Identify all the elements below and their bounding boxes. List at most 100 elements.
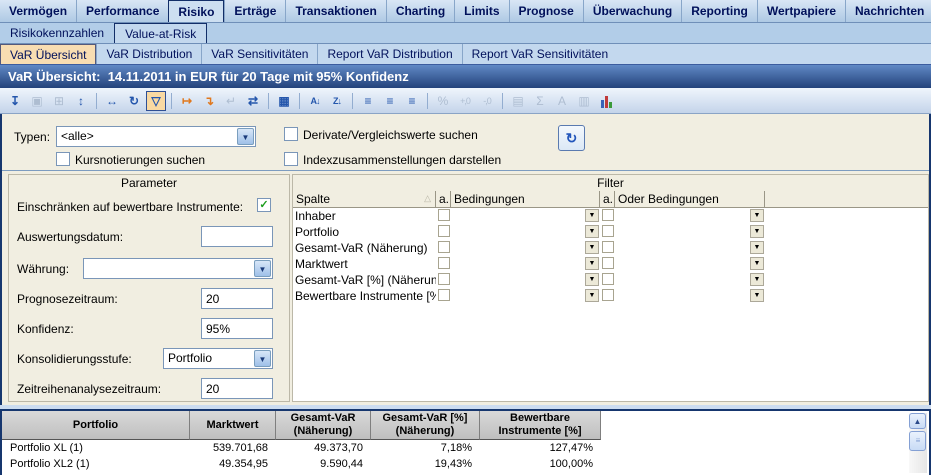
tab-var-sensitivitaeten[interactable]: VaR Sensitivitäten: [201, 44, 317, 64]
filter-col-bedingungen[interactable]: Bedingungen: [451, 191, 600, 208]
header-marktwert[interactable]: Marktwert: [190, 411, 276, 440]
chevron-down-icon[interactable]: ▼: [750, 289, 764, 302]
oder-bedingungen-cell[interactable]: ▼: [615, 256, 765, 272]
chevron-down-icon[interactable]: ▼: [585, 241, 599, 254]
tab-risikokennzahlen[interactable]: Risikokennzahlen: [0, 23, 114, 43]
oder-bedingungen-cell[interactable]: ▼: [615, 288, 765, 304]
menu-vermoegen[interactable]: Vermögen: [0, 0, 76, 22]
align-right-icon[interactable]: ≡: [402, 91, 422, 111]
zeitreihenanalysezeitraum-field[interactable]: [201, 378, 273, 399]
chevron-down-icon[interactable]: ▼: [750, 273, 764, 286]
scroll-up-icon[interactable]: ▲: [909, 413, 926, 429]
tab-var-distribution[interactable]: VaR Distribution: [96, 44, 201, 64]
aktiv-checkbox[interactable]: [438, 289, 450, 301]
bedingungen-cell[interactable]: ▼: [451, 288, 600, 304]
konfidenz-field[interactable]: [201, 318, 273, 339]
bewertbare-checkbox[interactable]: ✓: [257, 198, 271, 212]
bedingungen-cell[interactable]: ▼: [451, 224, 600, 240]
scrollbar-thumb[interactable]: ≡: [909, 431, 926, 451]
align-left-icon[interactable]: ≡: [358, 91, 378, 111]
menu-nachrichten[interactable]: Nachrichten: [845, 0, 931, 22]
aktiv-checkbox[interactable]: [602, 289, 614, 301]
insert-row-icon[interactable]: ↴: [199, 91, 219, 111]
table-row[interactable]: Portfolio XL (1) 539.701,68 49.373,70 7,…: [2, 440, 929, 456]
export-icon[interactable]: ↧: [5, 91, 25, 111]
chevron-down-icon[interactable]: ▼: [585, 273, 599, 286]
chevron-down-icon[interactable]: ▼: [750, 257, 764, 270]
chevron-down-icon[interactable]: ▼: [750, 241, 764, 254]
menu-prognose[interactable]: Prognose: [509, 0, 583, 22]
tab-report-var-distribution[interactable]: Report VaR Distribution: [317, 44, 461, 64]
filter-col-aktiv2[interactable]: a.: [600, 191, 615, 208]
aktiv-checkbox[interactable]: [438, 209, 450, 221]
chevron-down-icon[interactable]: ▼: [585, 225, 599, 238]
align-center-icon[interactable]: ≡: [380, 91, 400, 111]
aktiv-checkbox[interactable]: [438, 241, 450, 253]
tab-value-at-risk[interactable]: Value-at-Risk: [114, 23, 207, 43]
filter-col-spalte[interactable]: Spalte△: [293, 191, 436, 208]
aktiv-checkbox[interactable]: [602, 209, 614, 221]
aktiv-checkbox[interactable]: [438, 225, 450, 237]
derivate-checkbox[interactable]: [284, 127, 298, 141]
konsolidierungsstufe-select[interactable]: Portfolio ▼: [163, 348, 273, 369]
table-row[interactable]: Portfolio XL2 (1) 49.354,95 9.590,44 19,…: [2, 456, 929, 472]
chevron-down-icon[interactable]: ▼: [585, 209, 599, 222]
oder-bedingungen-cell[interactable]: ▼: [615, 272, 765, 288]
oder-bedingungen-cell[interactable]: ▼: [615, 208, 765, 224]
auswertungsdatum-field[interactable]: [201, 226, 273, 247]
fit-width-icon[interactable]: ↔: [102, 91, 122, 111]
menu-reporting[interactable]: Reporting: [681, 0, 757, 22]
menu-wertpapiere[interactable]: Wertpapiere: [757, 0, 845, 22]
menu-transaktionen[interactable]: Transaktionen: [285, 0, 385, 22]
prognosezeitraum-field[interactable]: [201, 288, 273, 309]
chevron-down-icon[interactable]: ▼: [585, 257, 599, 270]
filter-col-oder-bedingungen[interactable]: Oder Bedingungen: [615, 191, 765, 208]
sort-ascending-icon[interactable]: A↓: [305, 91, 325, 111]
menu-ertraege[interactable]: Erträge: [224, 0, 285, 22]
filter-col-aktiv[interactable]: a.: [436, 191, 451, 208]
bedingungen-cell[interactable]: ▼: [451, 256, 600, 272]
chevron-down-icon[interactable]: ▼: [750, 209, 764, 222]
refresh-search-button[interactable]: ↻: [558, 125, 585, 151]
bedingungen-cell[interactable]: ▼: [451, 272, 600, 288]
insert-column-icon[interactable]: ↦: [177, 91, 197, 111]
bedingungen-cell[interactable]: ▼: [451, 240, 600, 256]
aktiv-checkbox[interactable]: [438, 273, 450, 285]
chevron-down-icon[interactable]: ▼: [237, 128, 254, 145]
chevron-down-icon[interactable]: ▼: [750, 225, 764, 238]
header-bewertbare[interactable]: BewertbareInstrumente [%]: [480, 411, 601, 440]
menu-ueberwachung[interactable]: Überwachung: [583, 0, 681, 22]
chevron-down-icon[interactable]: ▼: [254, 260, 271, 277]
index-checkbox[interactable]: [284, 152, 298, 166]
waehrung-select[interactable]: ▼: [83, 258, 273, 279]
aktiv-checkbox[interactable]: [602, 257, 614, 269]
sort-descending-icon[interactable]: Z↓: [327, 91, 347, 111]
menu-limits[interactable]: Limits: [454, 0, 508, 22]
refresh-icon[interactable]: ↻: [124, 91, 144, 111]
aktiv-checkbox[interactable]: [438, 257, 450, 269]
filter-icon[interactable]: ▽: [146, 91, 166, 111]
chevron-down-icon[interactable]: ▼: [254, 350, 271, 367]
chevron-down-icon[interactable]: ▼: [585, 289, 599, 302]
move-column-icon[interactable]: ⇄: [243, 91, 263, 111]
chart-icon[interactable]: [596, 91, 616, 111]
aktiv-checkbox[interactable]: [602, 273, 614, 285]
menu-performance[interactable]: Performance: [76, 0, 168, 22]
vertical-scrollbar[interactable]: ▲ ≡: [909, 413, 927, 473]
header-gesamt-var[interactable]: Gesamt-VaR(Näherung): [276, 411, 371, 440]
tab-report-var-sensitivitaeten[interactable]: Report VaR Sensitivitäten: [462, 44, 618, 64]
oder-bedingungen-cell[interactable]: ▼: [615, 224, 765, 240]
oder-bedingungen-cell[interactable]: ▼: [615, 240, 765, 256]
aktiv-checkbox[interactable]: [602, 241, 614, 253]
bedingungen-cell[interactable]: ▼: [451, 208, 600, 224]
kursnotierungen-checkbox[interactable]: [56, 152, 70, 166]
menu-risiko[interactable]: Risiko: [168, 0, 224, 22]
menu-charting[interactable]: Charting: [386, 0, 454, 22]
aktiv-checkbox[interactable]: [602, 225, 614, 237]
tab-var-uebersicht[interactable]: VaR Übersicht: [0, 44, 96, 64]
header-portfolio[interactable]: Portfolio: [2, 411, 190, 440]
fit-height-icon[interactable]: ↕: [71, 91, 91, 111]
typen-select[interactable]: <alle> ▼: [56, 126, 256, 147]
hide-column-icon[interactable]: ▦: [274, 91, 294, 111]
header-gesamt-var-pct[interactable]: Gesamt-VaR [%](Näherung): [371, 411, 480, 440]
